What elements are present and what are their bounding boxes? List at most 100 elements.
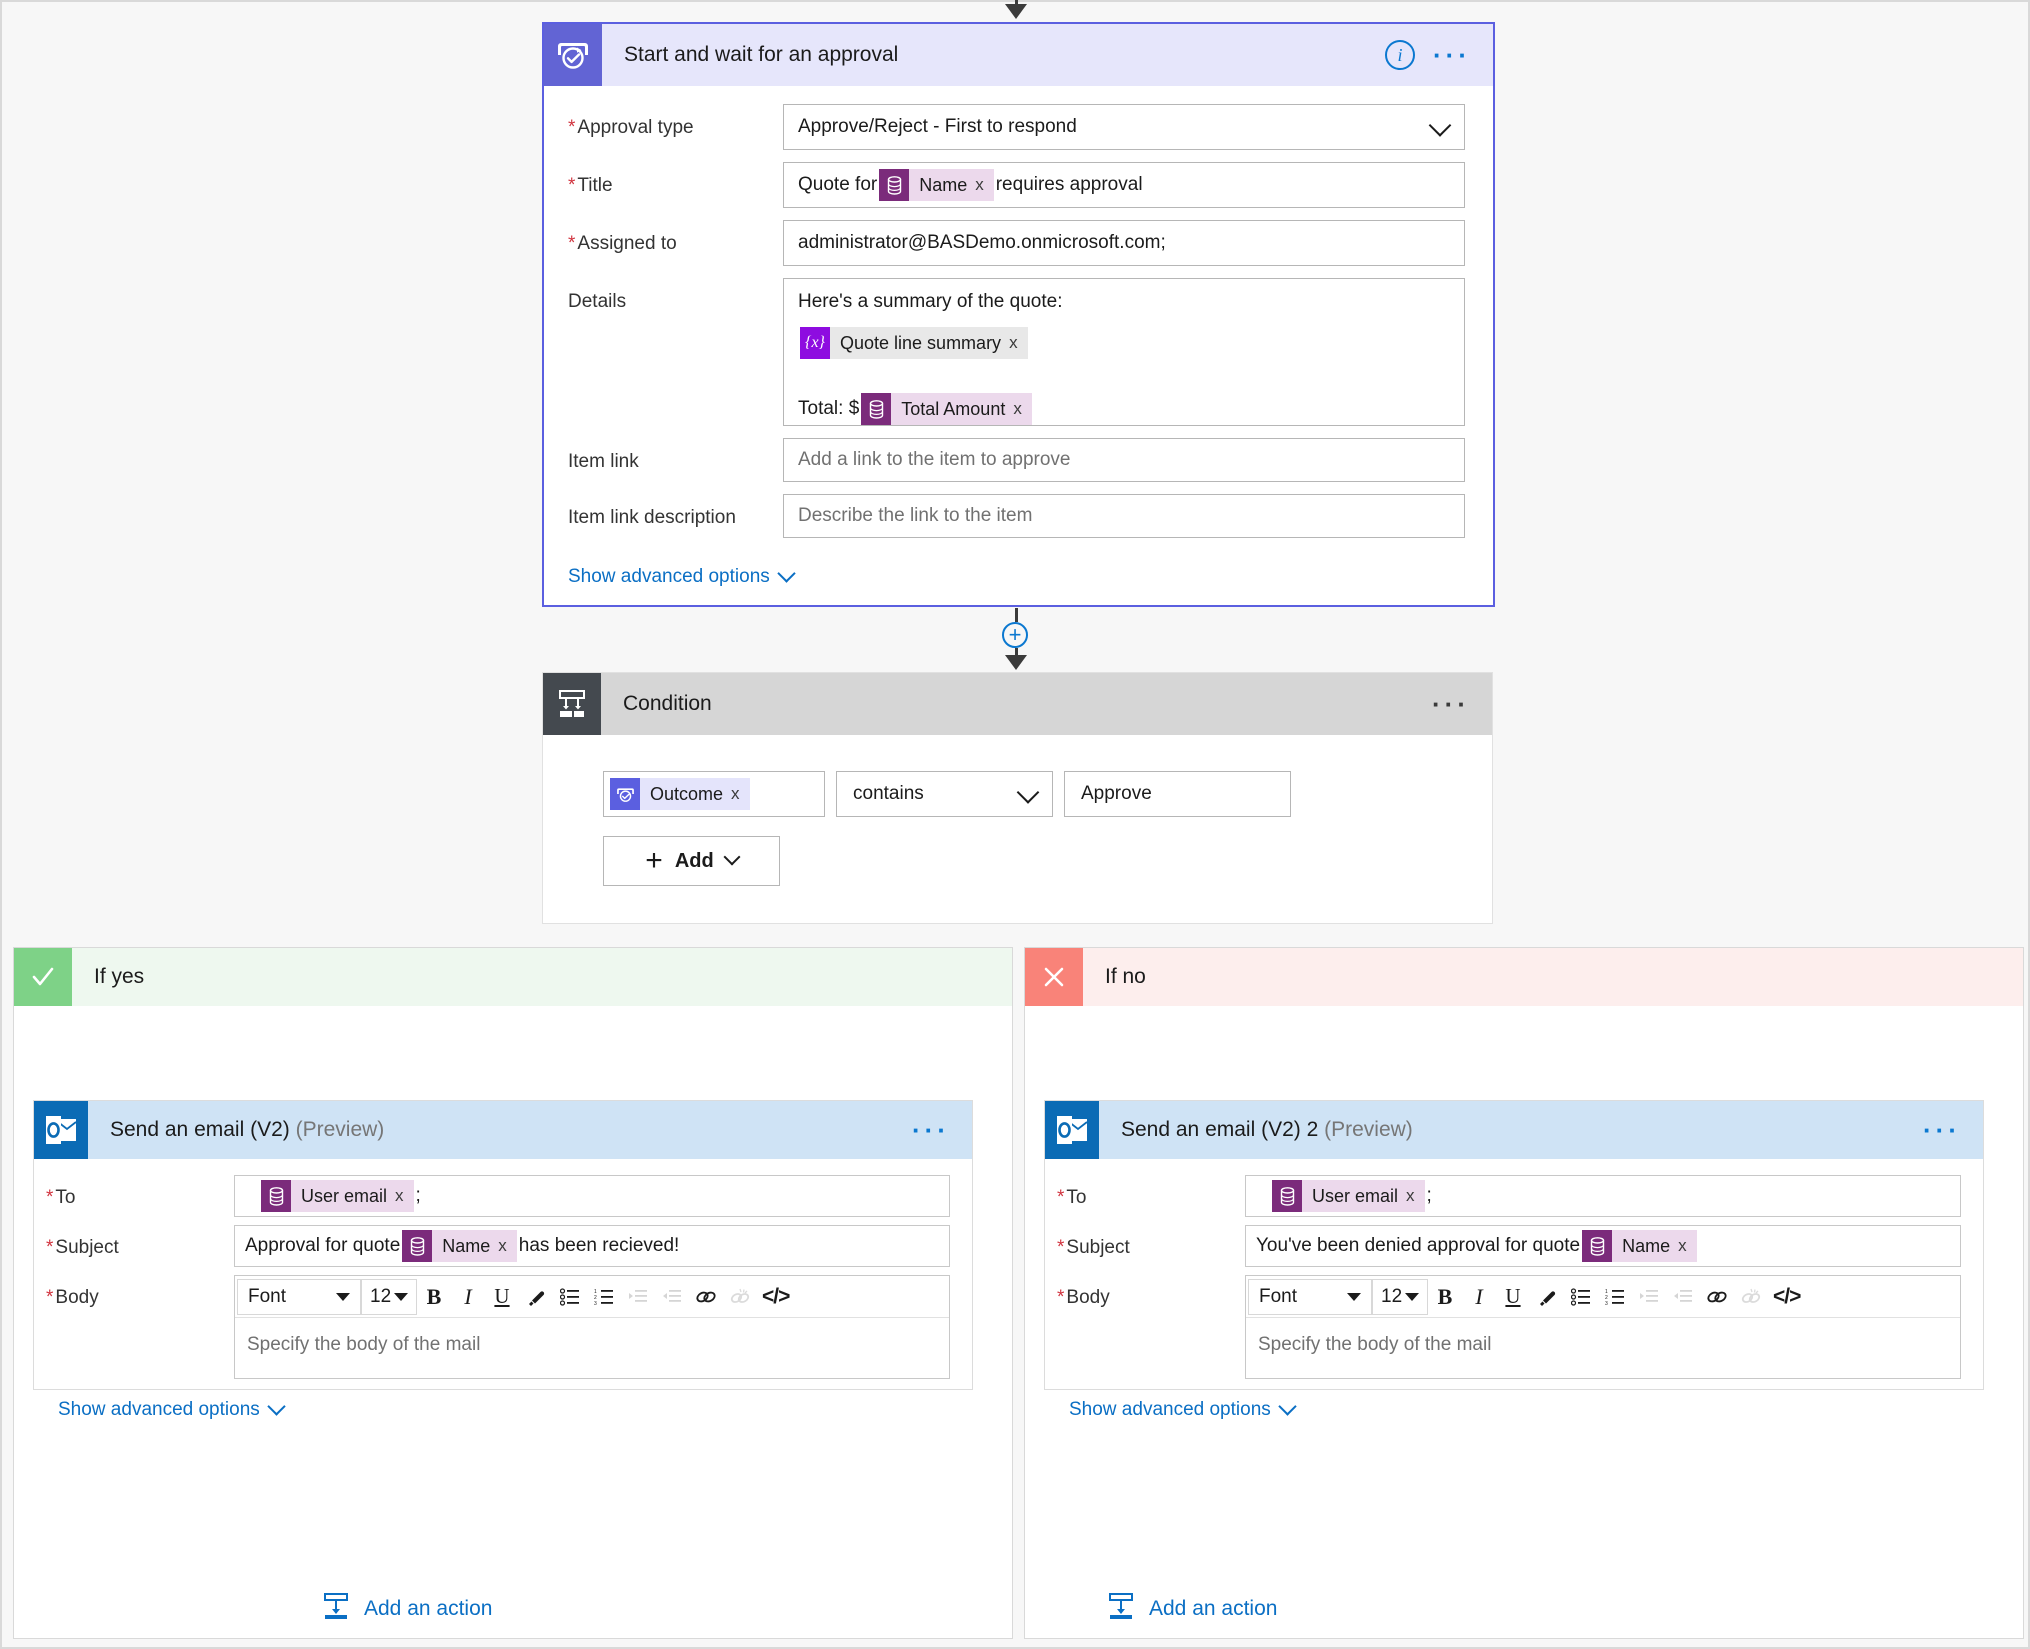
- font-size-select-no[interactable]: 12: [1372, 1278, 1428, 1315]
- email-preview-suffix: (Preview): [295, 1118, 385, 1141]
- token-label: Name: [919, 174, 968, 195]
- add-an-action-label: Add an action: [364, 1597, 493, 1620]
- approval-type-select[interactable]: Approve/Reject - First to respond: [783, 104, 1465, 150]
- font-family-select-no[interactable]: Font: [1248, 1278, 1372, 1315]
- add-an-action-no[interactable]: Add an action: [1107, 1592, 1277, 1626]
- decrease-indent-icon[interactable]: [1666, 1279, 1700, 1315]
- font-family-select-yes[interactable]: Font: [237, 1278, 361, 1315]
- token-remove-icon[interactable]: x: [1406, 1186, 1425, 1206]
- numbered-list-icon[interactable]: 1 2 3: [587, 1279, 621, 1315]
- approval-card-title: Start and wait for an approval: [624, 43, 899, 66]
- increase-indent-icon[interactable]: [1632, 1279, 1666, 1315]
- condition-card-header[interactable]: Condition ···: [543, 673, 1492, 735]
- code-view-icon[interactable]: </>: [757, 1279, 794, 1315]
- token-chip-quote-line-summary[interactable]: {x} Quote line summary x: [800, 327, 1028, 359]
- link-icon[interactable]: [1700, 1279, 1734, 1315]
- body-placeholder-yes[interactable]: Specify the body of the mail: [235, 1318, 949, 1378]
- more-options-icon-email-no[interactable]: ···: [1923, 1117, 1961, 1143]
- text-color-icon[interactable]: [1530, 1279, 1564, 1315]
- add-action-icon: [1107, 1592, 1135, 1626]
- token-label: User email: [1312, 1185, 1399, 1206]
- to-input-no[interactable]: User email x ;: [1245, 1175, 1961, 1217]
- italic-icon[interactable]: I: [451, 1279, 485, 1315]
- send-email-card-yes-header[interactable]: Send an email (V2) (Preview) ···: [34, 1101, 972, 1159]
- approval-action-card[interactable]: Start and wait for an approval i ··· * Ap…: [542, 22, 1495, 607]
- info-icon[interactable]: i: [1385, 40, 1415, 70]
- title-suffix-text: requires approval: [995, 174, 1143, 195]
- font-size-select-yes[interactable]: 12: [361, 1278, 417, 1315]
- token-remove-icon[interactable]: x: [1009, 333, 1028, 353]
- token-chip-user-email[interactable]: User email x: [261, 1180, 414, 1212]
- chevron-down-icon: [1347, 1292, 1361, 1301]
- show-advanced-options-approval[interactable]: Show advanced options: [568, 563, 796, 588]
- field-row-body-yes: * Body Font 12 B I U 1 2 3 </> Specify t…: [46, 1275, 950, 1379]
- send-email-card-no-header[interactable]: Send an email (V2) 2 (Preview) ···: [1045, 1101, 1983, 1159]
- condition-card[interactable]: Condition ··· Outcome x contains Approve…: [542, 672, 1493, 924]
- token-remove-icon[interactable]: x: [1013, 399, 1032, 419]
- details-label: Details: [568, 291, 627, 312]
- condition-right-operand-input[interactable]: Approve: [1064, 771, 1291, 817]
- more-options-icon-approval[interactable]: ···: [1433, 42, 1471, 68]
- email-title-text: Send an email (V2) 2: [1121, 1118, 1319, 1141]
- body-rich-text-editor-yes[interactable]: Font 12 B I U 1 2 3 </> Specify the body…: [234, 1275, 950, 1379]
- numbered-list-icon[interactable]: 1 2 3: [1598, 1279, 1632, 1315]
- item-link-input[interactable]: Add a link to the item to approve: [783, 438, 1465, 482]
- body-placeholder-no[interactable]: Specify the body of the mail: [1246, 1318, 1960, 1378]
- text-color-icon[interactable]: [519, 1279, 553, 1315]
- more-options-icon-email-yes[interactable]: ···: [912, 1117, 950, 1143]
- bulleted-list-icon[interactable]: [1564, 1279, 1598, 1315]
- italic-icon[interactable]: I: [1462, 1279, 1496, 1315]
- add-condition-button[interactable]: + Add: [603, 836, 780, 886]
- token-chip-name[interactable]: Name x: [1582, 1230, 1697, 1262]
- token-remove-icon[interactable]: x: [731, 784, 750, 804]
- decrease-indent-icon[interactable]: [655, 1279, 689, 1315]
- assigned-to-input[interactable]: administrator@BASDemo.onmicrosoft.com;: [783, 220, 1465, 266]
- token-chip-outcome[interactable]: Outcome x: [610, 778, 750, 810]
- email-preview-suffix: (Preview): [1324, 1118, 1413, 1141]
- bulleted-list-icon[interactable]: [553, 1279, 587, 1315]
- title-input[interactable]: Quote for Name x requires approval: [783, 162, 1465, 208]
- token-remove-icon[interactable]: x: [975, 175, 994, 195]
- code-view-icon[interactable]: </>: [1768, 1279, 1805, 1315]
- insert-step-button-1[interactable]: +: [1002, 622, 1028, 648]
- to-input-yes[interactable]: User email x ;: [234, 1175, 950, 1217]
- token-remove-icon[interactable]: x: [1678, 1236, 1697, 1256]
- underline-icon[interactable]: U: [485, 1279, 519, 1315]
- unlink-icon[interactable]: [1734, 1279, 1768, 1315]
- details-total-prefix: Total: $: [798, 398, 860, 419]
- condition-left-operand[interactable]: Outcome x: [603, 771, 825, 817]
- bold-icon[interactable]: B: [417, 1279, 451, 1315]
- chevron-down-icon: [336, 1292, 350, 1301]
- more-options-icon-condition[interactable]: ···: [1432, 691, 1470, 717]
- bold-icon[interactable]: B: [1428, 1279, 1462, 1315]
- show-advanced-options-email-yes[interactable]: Show advanced options: [58, 1396, 286, 1421]
- approval-card-header[interactable]: Start and wait for an approval i ···: [544, 24, 1493, 86]
- body-rich-text-editor-no[interactable]: Font 12 B I U 1 2 3 </> Specify the body…: [1245, 1275, 1961, 1379]
- chevron-down-icon: [777, 563, 796, 583]
- details-input[interactable]: Here's a summary of the quote: {x} Quote…: [783, 278, 1465, 426]
- item-link-description-input[interactable]: Describe the link to the item: [783, 494, 1465, 538]
- subject-input-no[interactable]: You've been denied approval for quote Na…: [1245, 1225, 1961, 1267]
- subject-input-yes[interactable]: Approval for quote Name x has been recie…: [234, 1225, 950, 1267]
- send-email-card-yes[interactable]: Send an email (V2) (Preview) ··· * To Us…: [33, 1100, 973, 1420]
- link-icon[interactable]: [689, 1279, 723, 1315]
- show-advanced-options-email-no[interactable]: Show advanced options: [1069, 1396, 1297, 1421]
- to-suffix-yes: ;: [415, 1185, 421, 1206]
- field-row-subject-yes: * Subject Approval for quote Name x has …: [46, 1225, 950, 1267]
- send-email-card-no[interactable]: Send an email (V2) 2 (Preview) ··· *To: [1044, 1100, 1984, 1420]
- condition-card-title: Condition: [623, 692, 712, 715]
- underline-icon[interactable]: U: [1496, 1279, 1530, 1315]
- token-remove-icon[interactable]: x: [395, 1186, 414, 1206]
- add-an-action-yes[interactable]: Add an action: [322, 1592, 492, 1626]
- token-chip-name[interactable]: Name x: [402, 1230, 517, 1262]
- condition-operator-select[interactable]: contains: [836, 771, 1053, 817]
- branch-if-no-label: If no: [1105, 965, 1146, 988]
- token-chip-total-amount[interactable]: Total Amount x: [861, 393, 1032, 425]
- body-label-yes: * Body: [46, 1287, 99, 1308]
- token-remove-icon[interactable]: x: [498, 1236, 517, 1256]
- token-chip-user-email[interactable]: User email x: [1272, 1180, 1425, 1212]
- increase-indent-icon[interactable]: [621, 1279, 655, 1315]
- approval-form: * Approval type Approve/Reject - First to…: [544, 86, 1493, 588]
- token-chip-name[interactable]: Name x: [879, 169, 994, 201]
- unlink-icon[interactable]: [723, 1279, 757, 1315]
